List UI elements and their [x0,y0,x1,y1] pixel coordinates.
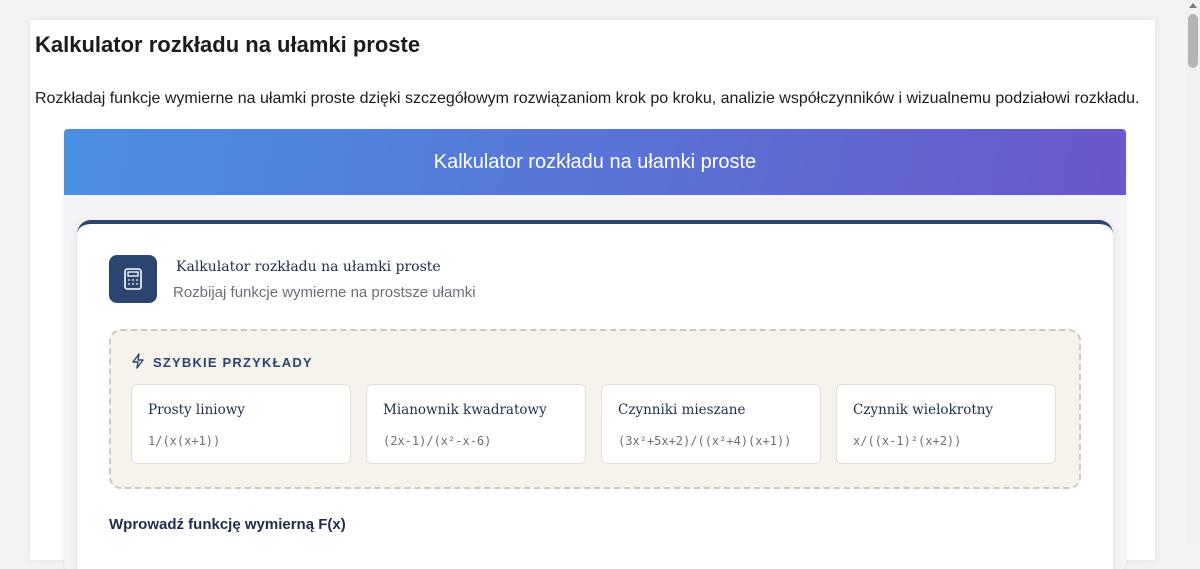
example-card[interactable]: Mianownik kwadratowy (2x-1)/(x²-x-6) [366,384,586,464]
function-input-label: Wprowadź funkcję wymierną F(x) [109,516,346,533]
scrollbar-thumb[interactable] [1188,14,1198,68]
lightning-icon [131,353,145,372]
example-expression: (2x-1)/(x²-x-6) [383,434,492,448]
tool-title: Kalkulator rozkładu na ułamki proste [176,259,441,275]
example-expression: 1/(x(x+1)) [148,434,221,448]
example-name: Czynniki mieszane [618,402,746,418]
example-expression: x/((x-1)²(x+2)) [853,434,962,448]
example-name: Mianownik kwadratowy [383,402,547,418]
page-description: Rozkładaj funkcje wymierne na ułamki pro… [35,90,1140,107]
quick-examples-label: SZYBKIE PRZYKŁADY [153,355,313,370]
calculator-card: Kalkulator rozkładu na ułamki proste Roz… [77,220,1113,569]
page-scrollbar[interactable] [1186,0,1200,543]
example-card[interactable]: Prosty liniowy 1/(x(x+1)) [131,384,351,464]
example-name: Prosty liniowy [148,402,245,418]
calculator-header-title: Kalkulator rozkładu na ułamki proste [433,150,757,173]
calculator-icon [109,255,157,303]
page-title: Kalkulator rozkładu na ułamki proste [35,32,421,57]
scroll-up-arrow-icon[interactable] [1189,3,1197,8]
calculator-header: Kalkulator rozkładu na ułamki proste [64,129,1126,195]
quick-examples-panel: SZYBKIE PRZYKŁADY Prosty liniowy 1/(x(x+… [109,329,1081,489]
calculator-widget: Kalkulator rozkładu na ułamki proste Kal… [64,129,1126,569]
example-card[interactable]: Czynniki mieszane (3x²+5x+2)/((x²+4)(x+1… [601,384,821,464]
example-card[interactable]: Czynnik wielokrotny x/((x-1)²(x+2)) [836,384,1056,464]
example-expression: (3x²+5x+2)/((x²+4)(x+1)) [618,434,792,448]
page-container: Kalkulator rozkładu na ułamki proste Roz… [30,20,1155,569]
quick-examples-heading: SZYBKIE PRZYKŁADY [131,353,313,372]
tool-subtitle: Rozbijaj funkcje wymierne na prostsze uł… [173,284,476,301]
example-name: Czynnik wielokrotny [853,402,994,418]
